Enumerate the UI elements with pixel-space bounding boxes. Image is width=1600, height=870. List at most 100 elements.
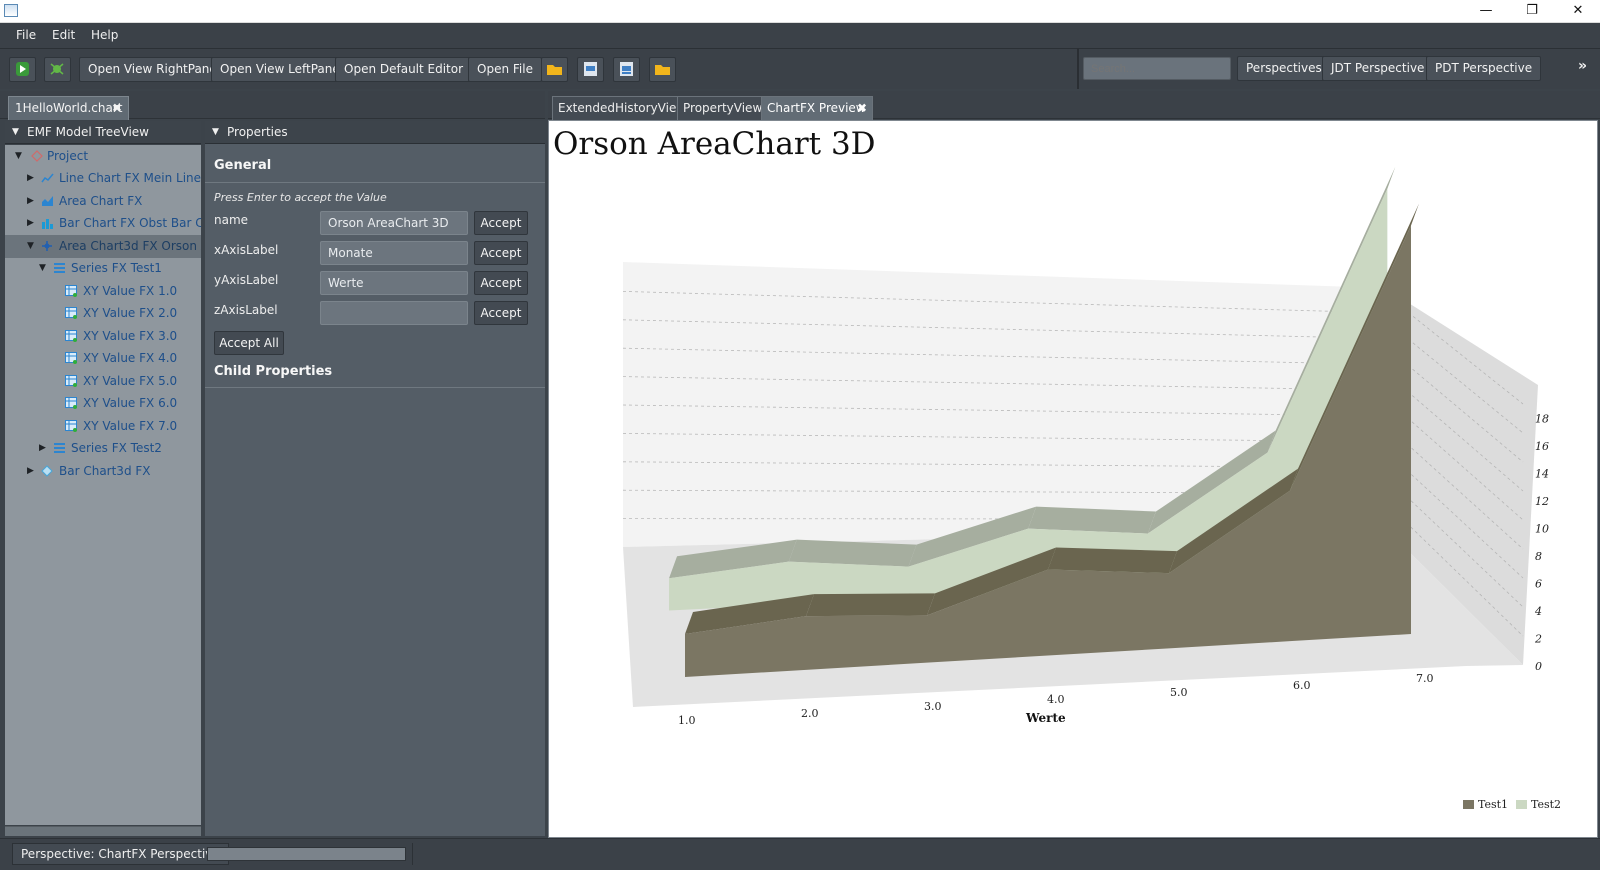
name-field[interactable]: Orson AreaChart 3D (320, 211, 468, 235)
x-tick-label: 5.0 (1170, 686, 1188, 699)
expanded-arrow-icon[interactable]: ▼ (15, 151, 22, 161)
tree-item-series-test1[interactable]: ▼ Series FX Test1 (5, 257, 201, 280)
search-input[interactable] (1083, 57, 1231, 80)
jdt-perspective-button[interactable]: JDT Perspective (1322, 56, 1434, 81)
tree-item-label: XY Value FX 2.0 (83, 306, 178, 320)
menu-file[interactable]: File (16, 28, 36, 42)
x-tick-label: 2.0 (801, 707, 819, 720)
tab-extended-history-view[interactable]: ExtendedHistoryView (552, 96, 693, 120)
tree-item-label: XY Value FX 3.0 (83, 329, 178, 343)
tree-item-project[interactable]: ▼ Project (5, 145, 201, 168)
legend-swatch (1463, 800, 1474, 809)
tree-horizontal-scrollbar[interactable] (5, 826, 201, 836)
series-top-face (1048, 547, 1177, 574)
properties-header[interactable]: ▼ Properties (205, 121, 545, 144)
save-icon[interactable] (577, 57, 604, 82)
tab-close-icon[interactable]: ✖ (857, 97, 867, 119)
collapsed-arrow-icon[interactable]: ▶ (27, 173, 34, 183)
emf-model-tree: ▼ Project ▶ Line Chart FX Mein LineChart… (5, 145, 201, 825)
tree-item-label: XY Value FX 6.0 (83, 396, 178, 410)
x-tick-label: 7.0 (1416, 672, 1434, 685)
tree-item-label: Bar Chart3d FX (59, 464, 151, 478)
collapsed-arrow-icon[interactable]: ▶ (39, 443, 46, 453)
zaxislabel-field[interactable] (320, 301, 468, 325)
folder-icon[interactable] (541, 57, 568, 82)
menu-bar: File Edit Help (0, 23, 1600, 48)
accept-zaxislabel-button[interactable]: Accept (474, 301, 528, 325)
yaxislabel-label: yAxisLabel (214, 273, 279, 287)
open-default-editor-button[interactable]: Open Default Editor (335, 57, 473, 82)
perspective-status: Perspective: ChartFX Perspective (12, 843, 229, 865)
bar-chart-icon (42, 219, 53, 229)
general-heading: General (214, 158, 272, 173)
legend-swatch (1516, 800, 1527, 809)
tree-item-label: Line Chart FX Mein LineChart (59, 171, 201, 185)
tree-item-series-test2[interactable]: ▶ Series FX Test2 (5, 437, 201, 460)
open-folder-icon[interactable] (649, 57, 676, 82)
series-icon (54, 443, 65, 453)
area-chart-icon (42, 196, 53, 206)
tree-item-xy-value[interactable]: XY Value FX 7.0 (5, 415, 201, 438)
tree-item-label: XY Value FX 4.0 (83, 351, 178, 365)
xy-value-icon (65, 352, 77, 364)
series-top-face (806, 593, 935, 617)
perspectives-button[interactable]: Perspectives (1237, 56, 1331, 81)
pdt-perspective-button[interactable]: PDT Perspective (1426, 56, 1542, 81)
child-properties-heading: Child Properties (214, 364, 333, 379)
debug-icon[interactable] (44, 57, 71, 82)
tree-item-xy-value[interactable]: XY Value FX 5.0 (5, 370, 201, 393)
open-view-leftpane-button[interactable]: Open View LeftPane (211, 57, 349, 82)
open-file-button[interactable]: Open File (468, 57, 542, 82)
y-tick-label: 12 (1535, 495, 1549, 508)
minimize-icon[interactable]: — (1463, 0, 1509, 23)
tab-1helloworld-chart[interactable]: 1HelloWorld.chart ✖ (8, 96, 129, 120)
window-title-bar: — ❐ ✕ (0, 0, 1600, 23)
legend-label: Test1 (1478, 798, 1508, 811)
accept-xaxislabel-button[interactable]: Accept (474, 241, 528, 265)
save-all-icon[interactable] (613, 57, 640, 82)
tree-item-xy-value[interactable]: XY Value FX 4.0 (5, 347, 201, 370)
close-icon[interactable]: ✕ (1555, 0, 1600, 23)
expanded-arrow-icon[interactable]: ▼ (27, 241, 34, 251)
tree-item-area-chart-3d[interactable]: ▼ Area Chart3d FX Orson AreaChart 3D (5, 235, 201, 258)
collapse-arrow-icon[interactable]: ▼ (12, 121, 19, 143)
tree-item-label: Series FX Test1 (71, 261, 162, 275)
collapse-arrow-icon[interactable]: ▼ (212, 121, 219, 143)
tree-item-line-chart[interactable]: ▶ Line Chart FX Mein LineChart (5, 167, 201, 190)
open-view-rightpane-button[interactable]: Open View RightPane (79, 57, 226, 82)
expanded-arrow-icon[interactable]: ▼ (39, 263, 46, 273)
maximize-icon[interactable]: ❐ (1509, 0, 1555, 23)
y-tick-label: 18 (1535, 413, 1549, 426)
menu-help[interactable]: Help (91, 28, 118, 42)
tab-close-icon[interactable]: ✖ (112, 97, 122, 119)
collapsed-arrow-icon[interactable]: ▶ (27, 218, 34, 228)
xy-value-icon (65, 330, 77, 342)
tree-item-area-chart[interactable]: ▶ Area Chart FX (5, 190, 201, 213)
tree-item-xy-value[interactable]: XY Value FX 2.0 (5, 302, 201, 325)
tab-chartfx-preview[interactable]: ChartFX Preview ✖ (761, 96, 873, 120)
legend-label: Test2 (1531, 798, 1561, 811)
tree-item-xy-value[interactable]: XY Value FX 6.0 (5, 392, 201, 415)
x-tick-label: 6.0 (1293, 679, 1311, 692)
tree-view-header[interactable]: ▼ EMF Model TreeView (5, 121, 201, 144)
status-divider (412, 843, 413, 865)
yaxislabel-field[interactable]: Werte (320, 271, 468, 295)
xaxislabel-field[interactable]: Monate (320, 241, 468, 265)
x-tick-label: 3.0 (924, 700, 942, 713)
y-tick-label: 2 (1534, 633, 1542, 646)
menu-edit[interactable]: Edit (52, 28, 75, 42)
overflow-chevron-icon[interactable]: » (1578, 58, 1587, 74)
tree-item-bar-chart-3d[interactable]: ▶ Bar Chart3d FX (5, 460, 201, 483)
accept-name-button[interactable]: Accept (474, 211, 528, 235)
collapsed-arrow-icon[interactable]: ▶ (27, 466, 34, 476)
tree-view-title: EMF Model TreeView (27, 125, 149, 139)
collapsed-arrow-icon[interactable]: ▶ (27, 196, 34, 206)
accept-all-button[interactable]: Accept All (214, 331, 284, 355)
tab-property-view[interactable]: PropertyView (677, 96, 769, 120)
run-icon[interactable] (9, 57, 36, 82)
tree-item-label: XY Value FX 7.0 (83, 419, 178, 433)
tree-item-xy-value[interactable]: XY Value FX 3.0 (5, 325, 201, 348)
accept-yaxislabel-button[interactable]: Accept (474, 271, 528, 295)
tree-item-xy-value[interactable]: XY Value FX 1.0 (5, 280, 201, 303)
tree-item-bar-chart[interactable]: ▶ Bar Chart FX Obst Bar Chart (5, 212, 201, 235)
